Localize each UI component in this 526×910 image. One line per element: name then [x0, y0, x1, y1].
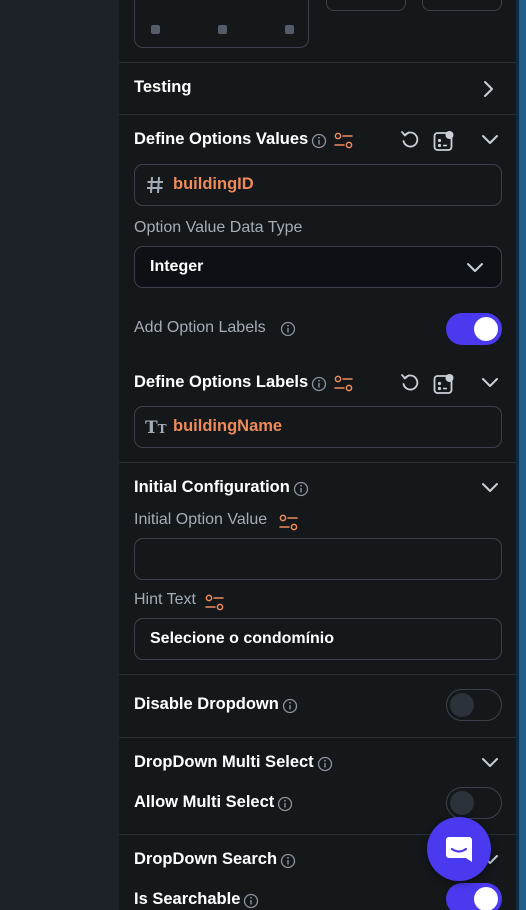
- data-type-dropdown[interactable]: Integer: [134, 246, 502, 288]
- info-icon[interactable]: [277, 796, 293, 812]
- value-box[interactable]: [326, 0, 406, 11]
- chevron-down-icon[interactable]: [481, 134, 499, 146]
- disable-dropdown-toggle[interactable]: [446, 689, 502, 721]
- toggle-knob: [474, 317, 498, 341]
- data-type-label: Option Value Data Type: [134, 219, 303, 236]
- is-searchable-toggle[interactable]: [446, 883, 502, 910]
- variable-name: buildingName: [173, 417, 283, 435]
- padding-editor-box[interactable]: [134, 0, 309, 48]
- info-icon[interactable]: [317, 756, 333, 772]
- value-box[interactable]: [422, 0, 502, 11]
- variable-settings-icon[interactable]: [279, 513, 298, 532]
- info-icon[interactable]: [311, 133, 327, 149]
- widget-state-icon[interactable]: [433, 130, 455, 152]
- chevron-down-icon[interactable]: [481, 482, 499, 494]
- divider: [119, 62, 516, 63]
- hint-text-label: Hint Text: [134, 591, 196, 608]
- allow-multi-select-label: Allow Multi Select: [134, 793, 275, 811]
- divider: [119, 674, 516, 675]
- hint-text-value: Selecione o condomínio: [150, 630, 335, 647]
- add-option-labels-label: Add Option Labels: [134, 319, 266, 336]
- chat-icon: [446, 837, 472, 862]
- divider: [119, 462, 516, 463]
- undo-icon[interactable]: [400, 373, 421, 394]
- info-icon[interactable]: [282, 698, 298, 714]
- section-title-multi-select: DropDown Multi Select: [134, 753, 314, 771]
- is-searchable-label: Is Searchable: [134, 890, 241, 908]
- info-icon[interactable]: [311, 376, 327, 392]
- handle-dot: [151, 25, 160, 34]
- toggle-knob: [474, 887, 498, 910]
- variable-name: buildingID: [173, 175, 254, 193]
- allow-multi-select-toggle[interactable]: [446, 787, 502, 819]
- divider: [119, 737, 516, 738]
- chevron-right-icon[interactable]: [481, 80, 497, 98]
- divider: [119, 114, 516, 115]
- section-title-define-labels: Define Options Labels: [134, 373, 309, 391]
- chat-support-button[interactable]: [427, 817, 491, 881]
- section-title-initial-config: Initial Configuration: [134, 478, 290, 496]
- info-icon[interactable]: [280, 853, 296, 869]
- data-type-value: Integer: [150, 258, 204, 275]
- section-title-search: DropDown Search: [134, 850, 278, 868]
- option-values-variable-field[interactable]: buildingID: [134, 164, 502, 206]
- info-icon[interactable]: [280, 321, 296, 337]
- handle-dot: [218, 25, 227, 34]
- undo-icon[interactable]: [400, 130, 421, 151]
- properties-panel: Testing Define Options Values buildingID…: [119, 0, 516, 910]
- initial-option-value-label: Initial Option Value: [134, 511, 268, 528]
- initial-option-value-input[interactable]: [134, 538, 502, 580]
- widget-state-icon[interactable]: [433, 373, 455, 395]
- section-title-testing[interactable]: Testing: [134, 78, 191, 97]
- variable-settings-icon[interactable]: [334, 131, 353, 150]
- info-icon[interactable]: [293, 481, 309, 497]
- option-labels-variable-field[interactable]: TT buildingName: [134, 406, 502, 448]
- chevron-down-icon[interactable]: [481, 757, 499, 769]
- section-title-disable-dropdown: Disable Dropdown: [134, 695, 279, 713]
- info-icon[interactable]: [243, 893, 259, 909]
- text-type-icon: TT: [145, 418, 167, 438]
- variable-settings-icon[interactable]: [205, 593, 224, 612]
- add-option-labels-toggle[interactable]: [446, 313, 502, 345]
- handle-dot: [285, 25, 294, 34]
- chevron-down-icon[interactable]: [481, 377, 499, 389]
- hash-icon: [147, 176, 163, 194]
- canvas-area: [0, 0, 119, 910]
- toggle-knob: [450, 693, 474, 717]
- window-edge: [516, 0, 526, 910]
- variable-settings-icon[interactable]: [334, 374, 353, 393]
- hint-text-input[interactable]: Selecione o condomínio: [134, 618, 502, 660]
- chevron-down-icon: [467, 263, 483, 272]
- toggle-knob: [450, 791, 474, 815]
- section-title-define-values: Define Options Values: [134, 130, 309, 148]
